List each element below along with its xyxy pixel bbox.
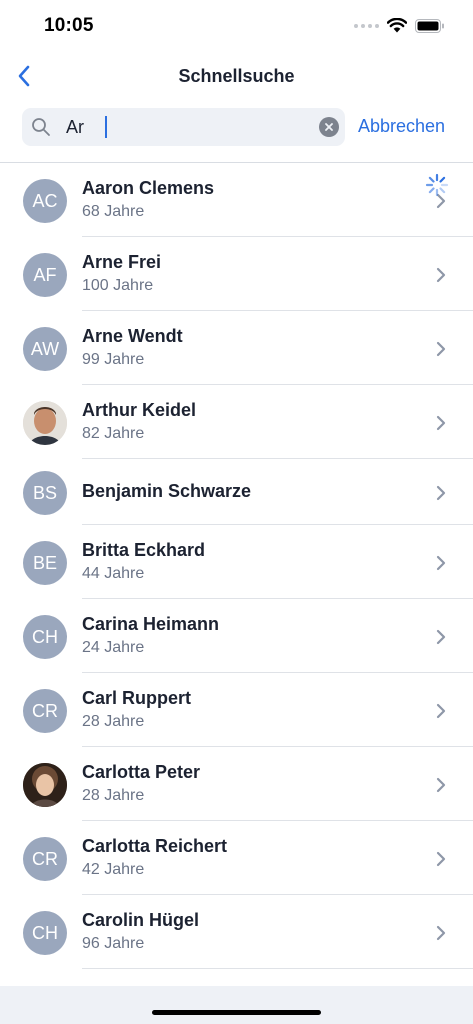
avatar-photo-icon: [23, 401, 67, 445]
contact-name: Carlotta Reichert: [82, 836, 228, 856]
avatar: AF: [23, 253, 67, 297]
avatar: BE: [23, 541, 67, 585]
cellular-signal-icon: [354, 23, 379, 28]
contact-row[interactable]: Arthur Keidel 82 Jahre: [0, 385, 473, 459]
bottom-bar: [0, 986, 473, 1024]
chevron-right-icon: [436, 341, 446, 357]
avatar-initials: CR: [32, 848, 58, 869]
wifi-icon: [387, 18, 407, 33]
avatar-initials: AC: [32, 190, 58, 211]
chevron-right-icon: [436, 777, 446, 793]
contact-age: 42 Jahre: [82, 861, 145, 878]
close-icon: [325, 123, 333, 131]
contact-name: Aaron Clemens: [82, 178, 215, 198]
status-time: 10:05: [44, 15, 94, 36]
status-icons: [354, 18, 445, 33]
chevron-right-icon: [436, 851, 446, 867]
search-input[interactable]: [66, 114, 306, 140]
contact-age: 68 Jahre: [82, 203, 145, 220]
avatar: [23, 763, 67, 807]
contact-age: 100 Jahre: [82, 277, 154, 294]
contact-age: 24 Jahre: [82, 639, 145, 656]
chevron-right-icon: [436, 703, 446, 719]
contact-age: 96 Jahre: [82, 935, 145, 952]
contact-row[interactable]: AW Arne Wendt 99 Jahre: [0, 311, 473, 385]
contact-age: 28 Jahre: [82, 787, 145, 804]
loading-spinner-icon: [425, 173, 449, 197]
avatar-initials: CH: [32, 626, 58, 647]
contact-name: Arthur Keidel: [82, 400, 197, 420]
contact-age: 28 Jahre: [82, 713, 145, 730]
contact-age: 82 Jahre: [82, 425, 145, 442]
avatar: CH: [23, 615, 67, 659]
contact-name: Carl Ruppert: [82, 688, 192, 708]
avatar: BS: [23, 471, 67, 515]
avatar-initials: AF: [33, 264, 57, 285]
contact-row[interactable]: CR Carl Ruppert 28 Jahre: [0, 673, 473, 747]
contact-name: Arne Frei: [82, 252, 162, 272]
contact-row[interactable]: CH Carolin Hügel 96 Jahre: [0, 895, 473, 969]
contact-row[interactable]: CH Carina Heimann 24 Jahre: [0, 599, 473, 673]
contact-name: Carina Heimann: [82, 614, 220, 634]
clear-search-button[interactable]: [319, 117, 339, 137]
avatar: CR: [23, 837, 67, 881]
contact-name: Arne Wendt: [82, 326, 183, 346]
row-divider: [82, 968, 473, 969]
avatar-initials: CH: [32, 922, 58, 943]
chevron-right-icon: [436, 485, 446, 501]
chevron-right-icon: [436, 555, 446, 571]
avatar-photo-icon: [23, 763, 67, 807]
contact-name: Benjamin Schwarze: [82, 481, 252, 501]
contact-row[interactable]: Carlotta Peter 28 Jahre: [0, 747, 473, 821]
avatar-initials: AW: [30, 338, 60, 359]
chevron-right-icon: [436, 925, 446, 941]
contact-row[interactable]: BS Benjamin Schwarze: [0, 459, 473, 525]
contact-row[interactable]: AF Arne Frei 100 Jahre: [0, 237, 473, 311]
search-icon: [32, 118, 50, 136]
contact-name: Britta Eckhard: [82, 540, 206, 560]
avatar: AC: [23, 179, 67, 223]
status-bar: 10:05: [0, 0, 473, 54]
navigation-bar: Schnellsuche: [0, 54, 473, 98]
home-indicator: [152, 1010, 321, 1015]
contact-age: 44 Jahre: [82, 565, 145, 582]
avatar: CH: [23, 911, 67, 955]
page-title: Schnellsuche: [178, 66, 295, 86]
contact-row[interactable]: AC Aaron Clemens 68 Jahre: [0, 163, 473, 237]
chevron-right-icon: [436, 415, 446, 431]
chevron-right-icon: [436, 629, 446, 645]
contact-row[interactable]: BE Britta Eckhard 44 Jahre: [0, 525, 473, 599]
text-cursor: [105, 116, 107, 138]
avatar-initials: CR: [32, 700, 58, 721]
avatar-initials: BS: [32, 482, 57, 503]
contact-list: AC Aaron Clemens 68 Jahre AF Arne Frei 100 Ja…: [0, 163, 473, 969]
contact-row[interactable]: CR Carlotta Reichert 42 Jahre: [0, 821, 473, 895]
avatar-initials: BE: [32, 552, 57, 573]
contact-age: 99 Jahre: [82, 351, 145, 368]
search-field[interactable]: [22, 108, 345, 146]
battery-icon: [415, 18, 444, 33]
chevron-right-icon: [436, 267, 446, 283]
cancel-button[interactable]: Abbrechen: [358, 116, 445, 137]
contact-name: Carolin Hügel: [82, 910, 200, 930]
contact-name: Carlotta Peter: [82, 762, 201, 782]
avatar: [23, 401, 67, 445]
search-row: Abbrechen: [0, 106, 473, 148]
avatar: CR: [23, 689, 67, 733]
avatar: AW: [23, 327, 67, 371]
